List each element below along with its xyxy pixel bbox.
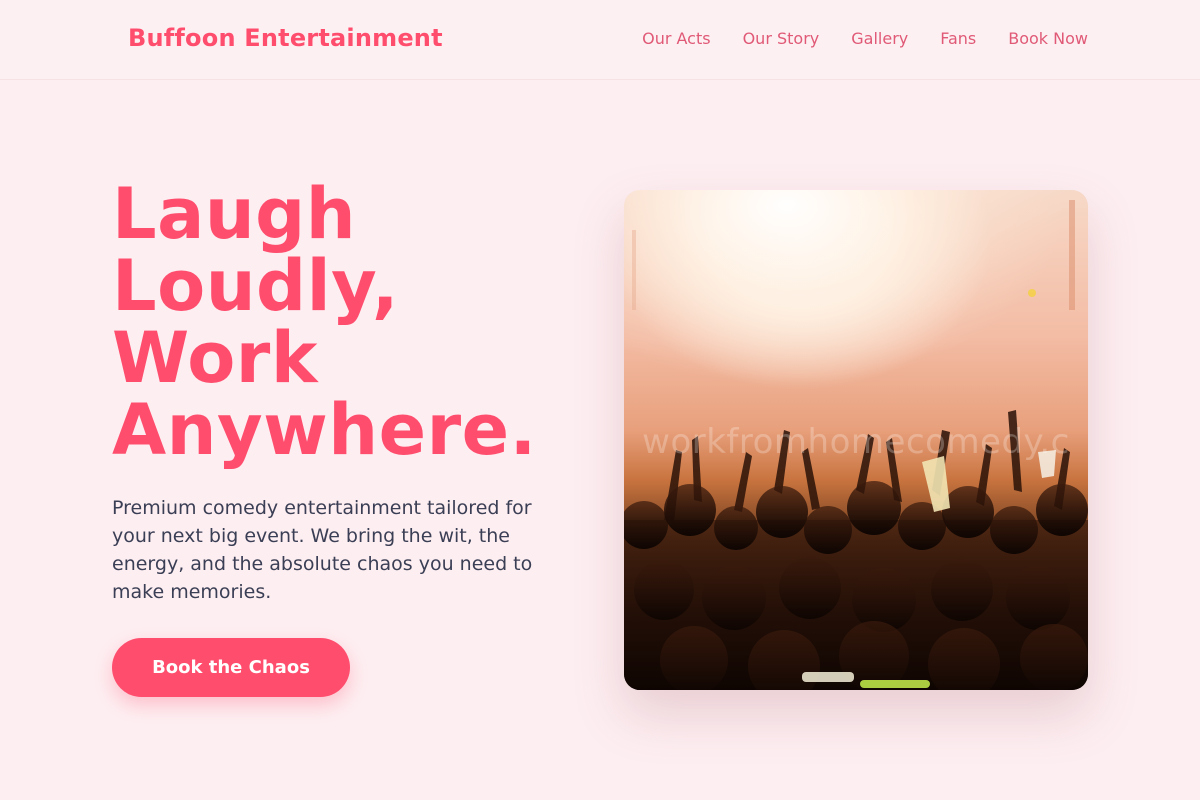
nav-link-our-story[interactable]: Our Story bbox=[743, 29, 820, 48]
nav-link-our-acts[interactable]: Our Acts bbox=[642, 29, 710, 48]
hero-title-line: Anywhere. bbox=[112, 389, 537, 471]
hero-title-line: Laugh bbox=[112, 173, 357, 255]
nav-link-fans[interactable]: Fans bbox=[940, 29, 976, 48]
nav-link-book-now[interactable]: Book Now bbox=[1008, 29, 1088, 48]
hero-title-line: Work bbox=[112, 317, 318, 399]
site-header: Buffoon Entertainment Our Acts Our Story… bbox=[0, 0, 1200, 80]
hero-description: Premium comedy entertainment tailored fo… bbox=[112, 497, 533, 603]
book-the-chaos-button[interactable]: Book the Chaos bbox=[112, 638, 350, 697]
hero-title: Laugh Loudly, Work Anywhere. bbox=[112, 178, 582, 466]
concert-crowd-image: workfromhomecomedy.c bbox=[624, 190, 1088, 690]
hero-title-line: Loudly, bbox=[112, 245, 399, 327]
main-nav: Our Acts Our Story Gallery Fans Book Now bbox=[642, 29, 1088, 48]
brand-logo[interactable]: Buffoon Entertainment bbox=[128, 24, 443, 52]
image-watermark: workfromhomecomedy.c bbox=[642, 422, 1070, 462]
nav-link-gallery[interactable]: Gallery bbox=[851, 29, 908, 48]
